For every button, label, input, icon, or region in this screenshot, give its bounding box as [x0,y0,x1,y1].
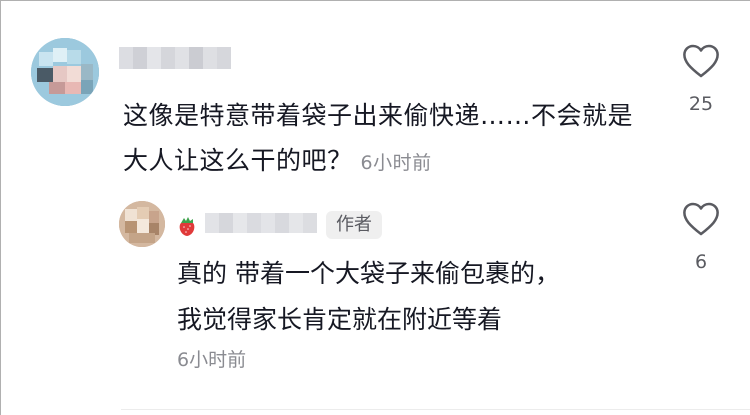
comment-like-button[interactable]: 25 [671,43,731,115]
commenter-username-blurred[interactable] [119,47,231,69]
reply-author-username-blurred[interactable] [205,213,317,233]
comment-thread: 这像是特意带着袋子出来偷快递……不会就是大人让这么干的吧？ 6小时前 25 作者… [0,0,750,415]
reply-text-line1: 真的 带着一个大袋子来偷包裹的， [177,259,560,288]
comment-body: 这像是特意带着袋子出来偷快递……不会就是大人让这么干的吧？ 6小时前 [123,93,643,186]
reply-time: 6小时前 [177,349,247,371]
reply-like-count: 6 [694,251,708,273]
heart-outline-icon [683,44,719,78]
reply-like-button[interactable]: 6 [671,201,731,273]
comment-like-count: 25 [688,93,714,115]
heart-outline-icon [683,202,719,236]
author-badge: 作者 [326,211,382,239]
reply-body: 真的 带着一个大袋子来偷包裹的， 我觉得家长肯定就在附近等着 [177,251,657,343]
comment-time: 6小时前 [360,152,432,174]
reply-text-line2: 我觉得家长肯定就在附近等着 [177,305,503,334]
strawberry-icon [179,217,195,236]
divider [121,409,750,410]
commenter-avatar[interactable] [31,38,99,106]
reply-author-avatar[interactable] [119,201,165,247]
